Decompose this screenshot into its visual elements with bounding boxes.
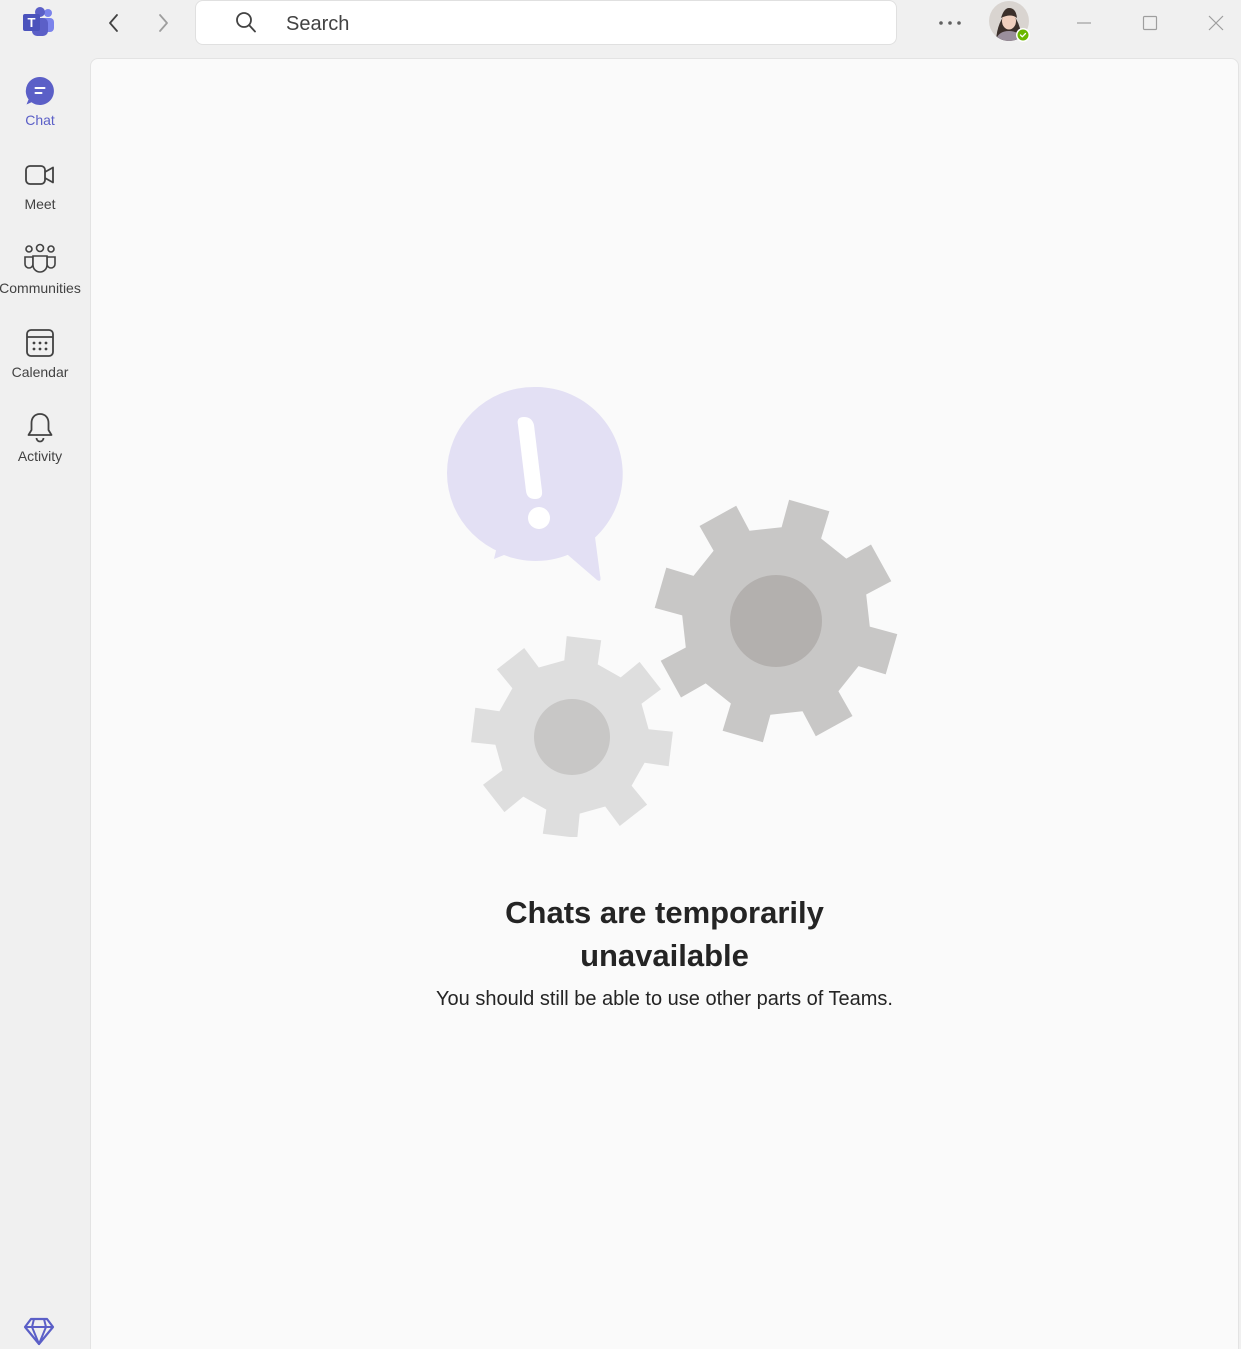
nav-item-meet[interactable]: Meet [0,148,80,220]
error-title-line2: unavailable [580,938,749,973]
teams-window: T Chat Meet Communities Calendar Activit… [0,0,1241,1349]
gear-large-hub [730,575,822,667]
video-camera-icon [25,165,54,185]
chevron-right-icon [159,14,168,32]
error-title: Chats are temporarily unavailable [91,891,1238,977]
gear-small-hub [534,699,610,775]
nav-label-communities: Communities [0,280,81,296]
close-window-button[interactable] [1198,8,1234,38]
nav-item-chat[interactable]: Chat [0,64,80,136]
nav-label-calendar: Calendar [11,364,69,380]
error-illustration [447,387,898,837]
large-gear-icon [654,499,898,743]
forward-button[interactable] [148,8,178,38]
back-button[interactable] [99,8,129,38]
maximize-icon [1142,15,1158,31]
nav-label-chat: Chat [25,112,55,128]
profile-avatar[interactable] [989,1,1031,43]
nav-item-calendar[interactable]: Calendar [0,316,80,388]
error-title-line1: Chats are temporarily [505,895,824,930]
close-icon [1208,15,1224,31]
minimize-button[interactable] [1066,8,1102,38]
minimize-icon [1077,22,1091,24]
main-content-panel: Chats are temporarily unavailable You sh… [90,58,1239,1349]
teams-logo-icon: T [23,7,54,36]
bell-icon [27,413,53,443]
more-horizontal-icon [939,21,961,25]
svg-text:T: T [28,15,36,30]
nav-item-activity[interactable]: Activity [0,400,80,472]
search-icon [236,12,256,33]
status-available-icon [1017,29,1029,41]
maximize-button[interactable] [1132,8,1168,38]
error-subtitle: You should still be able to use other pa… [436,988,893,1010]
premium-diamond-icon[interactable] [22,1314,56,1348]
chat-icon [25,76,54,105]
nav-label-activity: Activity [17,448,63,464]
search-box[interactable] [195,0,897,45]
app-bar: T Chat Meet Communities Calendar Activit… [0,0,81,1349]
communities-icon [24,243,56,273]
small-gear-icon [471,636,673,837]
chevron-left-icon [109,14,118,32]
exclamation-bubble-icon [447,387,623,581]
search-input[interactable] [284,9,868,39]
calendar-icon [26,329,54,357]
nav-item-communities[interactable]: Communities [0,232,81,304]
more-options-button[interactable] [930,8,970,38]
nav-label-meet: Meet [24,196,56,212]
